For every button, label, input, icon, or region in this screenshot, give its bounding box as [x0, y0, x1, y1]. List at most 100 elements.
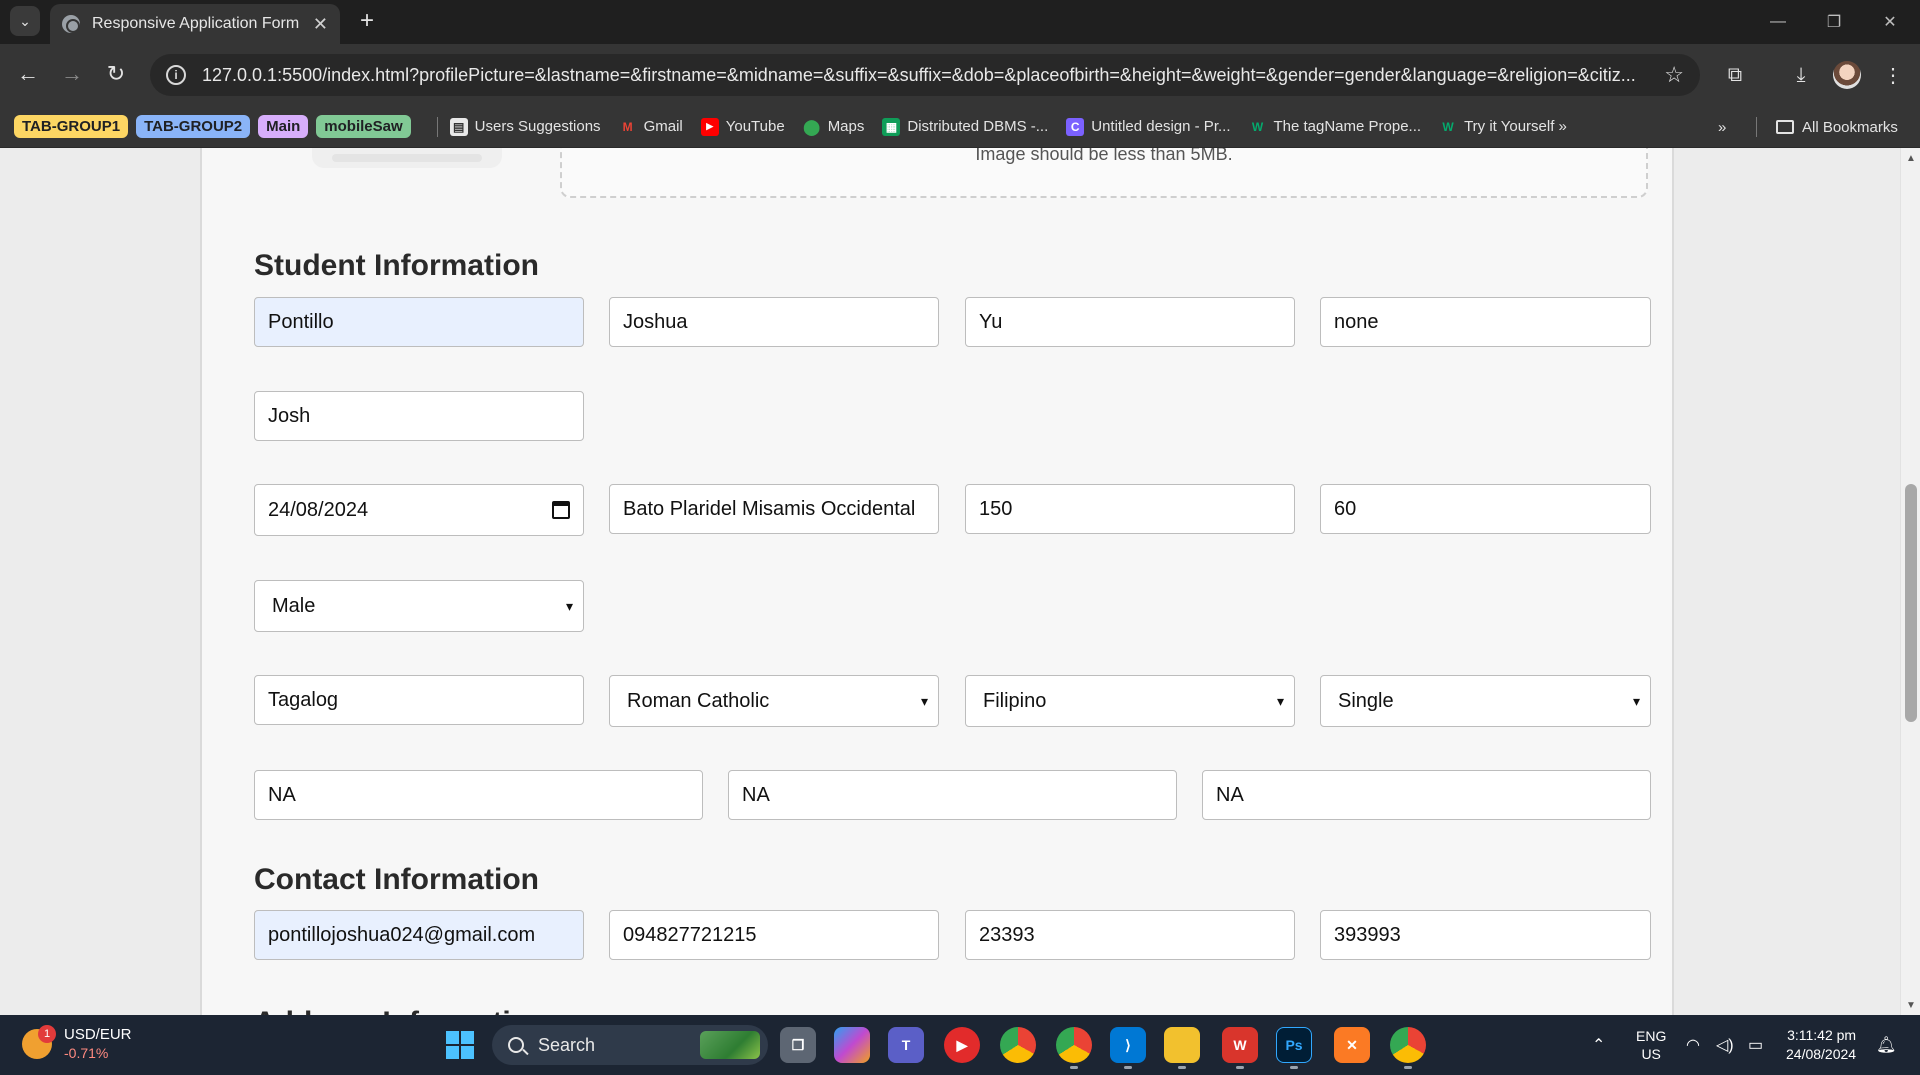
- citizenship-select[interactable]: Filipino ▾: [965, 675, 1295, 727]
- teams-icon[interactable]: T: [888, 1027, 924, 1063]
- wifi-icon[interactable]: ◠: [1686, 1015, 1700, 1075]
- bookmark-maps[interactable]: ⬤ Maps: [803, 118, 864, 136]
- chevron-down-icon: ▾: [565, 597, 573, 614]
- tab-search-button[interactable]: ⌄: [10, 6, 40, 36]
- profile-picture-preview: [312, 148, 502, 168]
- currency-widget[interactable]: 1 USD/EUR -0.71%: [22, 1025, 132, 1063]
- running-indicator: [1070, 1066, 1078, 1069]
- photoshop-icon[interactable]: Ps: [1276, 1027, 1312, 1063]
- download-icon[interactable]: ⤓: [1784, 58, 1818, 92]
- new-tab-button[interactable]: +: [352, 6, 382, 36]
- close-window-button[interactable]: ✕: [1862, 0, 1918, 44]
- chevron-down-icon: ▾: [1632, 692, 1640, 709]
- language-indicator[interactable]: ENG US: [1636, 1015, 1666, 1075]
- lastname-value: Pontillo: [268, 310, 334, 333]
- extra-input-2[interactable]: NA: [728, 770, 1177, 820]
- address-information-title: Address Information: [254, 1006, 547, 1015]
- page-scrollbar[interactable]: ▲ ▼: [1900, 148, 1920, 1015]
- bookmark-youtube[interactable]: ▶ YouTube: [700, 117, 785, 136]
- bookmarks-bar: TAB-GROUP1 TAB-GROUP2 Main mobileSaw ▤ U…: [0, 106, 1920, 148]
- bookmark-star-icon[interactable]: ☆: [1664, 62, 1684, 88]
- email-input[interactable]: pontillojoshua024@gmail.com: [254, 910, 584, 960]
- xampp-icon[interactable]: ✕: [1334, 1027, 1370, 1063]
- bookmark-untitled-design[interactable]: C Untitled design - Pr...: [1066, 117, 1230, 136]
- extra-input-3[interactable]: NA: [1202, 770, 1651, 820]
- url-text[interactable]: 127.0.0.1:5500/index.html?profilePicture…: [202, 65, 1652, 86]
- contact-input-3[interactable]: 23393: [965, 910, 1295, 960]
- site-info-icon[interactable]: i: [166, 65, 186, 85]
- task-view-icon[interactable]: ❐: [780, 1027, 816, 1063]
- application-form: Image should be less than 5MB. Student I…: [200, 148, 1674, 1015]
- minimize-button[interactable]: —: [1750, 0, 1806, 44]
- scrollbar-thumb[interactable]: [1905, 484, 1917, 722]
- more-bookmarks-icon[interactable]: »: [1718, 106, 1726, 148]
- wps-office-icon[interactable]: W: [1222, 1027, 1258, 1063]
- bookmark-gmail[interactable]: M Gmail: [619, 118, 683, 136]
- copilot-icon[interactable]: [834, 1027, 870, 1063]
- w3schools-icon: W: [1442, 119, 1454, 134]
- civil-status-select[interactable]: Single ▾: [1320, 675, 1651, 727]
- back-button[interactable]: ←: [12, 58, 44, 90]
- browser-tab-strip: ⌄ Responsive Application Form ✕ + — ❐ ✕: [0, 0, 1920, 44]
- profile-button[interactable]: [1830, 58, 1864, 92]
- language-input[interactable]: Tagalog: [254, 675, 584, 725]
- clock[interactable]: 3:11:42 pm 24/08/2024: [1786, 1015, 1856, 1075]
- close-tab-icon[interactable]: ✕: [313, 14, 328, 35]
- restore-button[interactable]: ❐: [1806, 0, 1862, 44]
- taskbar-search[interactable]: Search: [492, 1025, 768, 1065]
- reload-button[interactable]: ↻: [100, 58, 132, 90]
- bookmark-try-it-yourself[interactable]: W Try it Yourself »: [1439, 118, 1567, 136]
- address-bar[interactable]: i 127.0.0.1:5500/index.html?profilePictu…: [150, 54, 1700, 96]
- vscode-icon[interactable]: ⟩: [1110, 1027, 1146, 1063]
- calendar-icon[interactable]: [552, 501, 570, 519]
- lastname-input[interactable]: Pontillo: [254, 297, 584, 347]
- religion-select[interactable]: Roman Catholic ▾: [609, 675, 939, 727]
- bookmark-label: Users Suggestions: [474, 118, 601, 135]
- show-hidden-icons[interactable]: ⌃: [1592, 1015, 1605, 1075]
- battery-icon[interactable]: ▭: [1748, 1015, 1763, 1075]
- notification-bell-icon[interactable]: 🔔︎: [1876, 1015, 1896, 1075]
- scroll-down-arrow-icon[interactable]: ▼: [1901, 995, 1920, 1015]
- extensions-icon[interactable]: ⧉: [1718, 58, 1752, 92]
- firstname-input[interactable]: Joshua: [609, 297, 939, 347]
- extra-input-1[interactable]: NA: [254, 770, 703, 820]
- contact-input-4[interactable]: 393993: [1320, 910, 1651, 960]
- bookmark-distributed-dbms[interactable]: ▦ Distributed DBMS -...: [882, 117, 1048, 136]
- mobile-input[interactable]: 094827721215: [609, 910, 939, 960]
- tab-group-2[interactable]: TAB-GROUP2: [136, 115, 251, 138]
- scroll-up-arrow-icon[interactable]: ▲: [1901, 148, 1920, 168]
- forward-button[interactable]: →: [56, 58, 88, 90]
- menu-icon[interactable]: ⋮: [1876, 58, 1910, 92]
- chrome-dev-icon[interactable]: [1390, 1027, 1426, 1063]
- file-explorer-icon[interactable]: [1164, 1027, 1200, 1063]
- chrome-icon[interactable]: [1000, 1027, 1036, 1063]
- volume-icon[interactable]: ◁): [1716, 1015, 1734, 1075]
- height-input[interactable]: 150: [965, 484, 1295, 534]
- bookmark-tagname-property[interactable]: W The tagName Prope...: [1248, 118, 1421, 136]
- height-value: 150: [979, 497, 1013, 520]
- nickname-input[interactable]: Josh: [254, 391, 584, 441]
- active-tab[interactable]: Responsive Application Form ✕: [50, 4, 340, 44]
- midname-input[interactable]: Yu: [965, 297, 1295, 347]
- page-icon: ▤: [449, 117, 468, 136]
- weight-input[interactable]: 60: [1320, 484, 1651, 534]
- placeofbirth-input[interactable]: Bato Plaridel Misamis Occidental: [609, 484, 939, 534]
- all-bookmarks-button[interactable]: All Bookmarks: [1776, 106, 1898, 148]
- image-upload-dropzone[interactable]: Image should be less than 5MB.: [560, 148, 1648, 198]
- tab-group-mobilesaw[interactable]: mobileSaw: [316, 115, 411, 138]
- dob-date-input[interactable]: 24/08/2024: [254, 484, 584, 536]
- gender-select[interactable]: Male ▾: [254, 580, 584, 632]
- gender-value: Male: [272, 594, 316, 617]
- bookmark-users-suggestions[interactable]: ▤ Users Suggestions: [449, 117, 601, 136]
- taskbar: 1 USD/EUR -0.71% Search ❐ T ▶ ⟩ W Ps ✕ ⌃…: [0, 1015, 1920, 1075]
- lang-line-2: US: [1641, 1046, 1661, 1062]
- chrome-profile-icon[interactable]: [1056, 1027, 1092, 1063]
- windows-start-icon[interactable]: [446, 1031, 474, 1059]
- widget-change: -0.71%: [64, 1045, 109, 1061]
- suffix-input[interactable]: none: [1320, 297, 1651, 347]
- chevron-down-icon: ▾: [920, 692, 928, 709]
- media-player-icon[interactable]: ▶: [944, 1027, 980, 1063]
- student-information-title: Student Information: [254, 249, 539, 282]
- tab-group-main[interactable]: Main: [258, 115, 309, 138]
- tab-group-1[interactable]: TAB-GROUP1: [14, 115, 129, 138]
